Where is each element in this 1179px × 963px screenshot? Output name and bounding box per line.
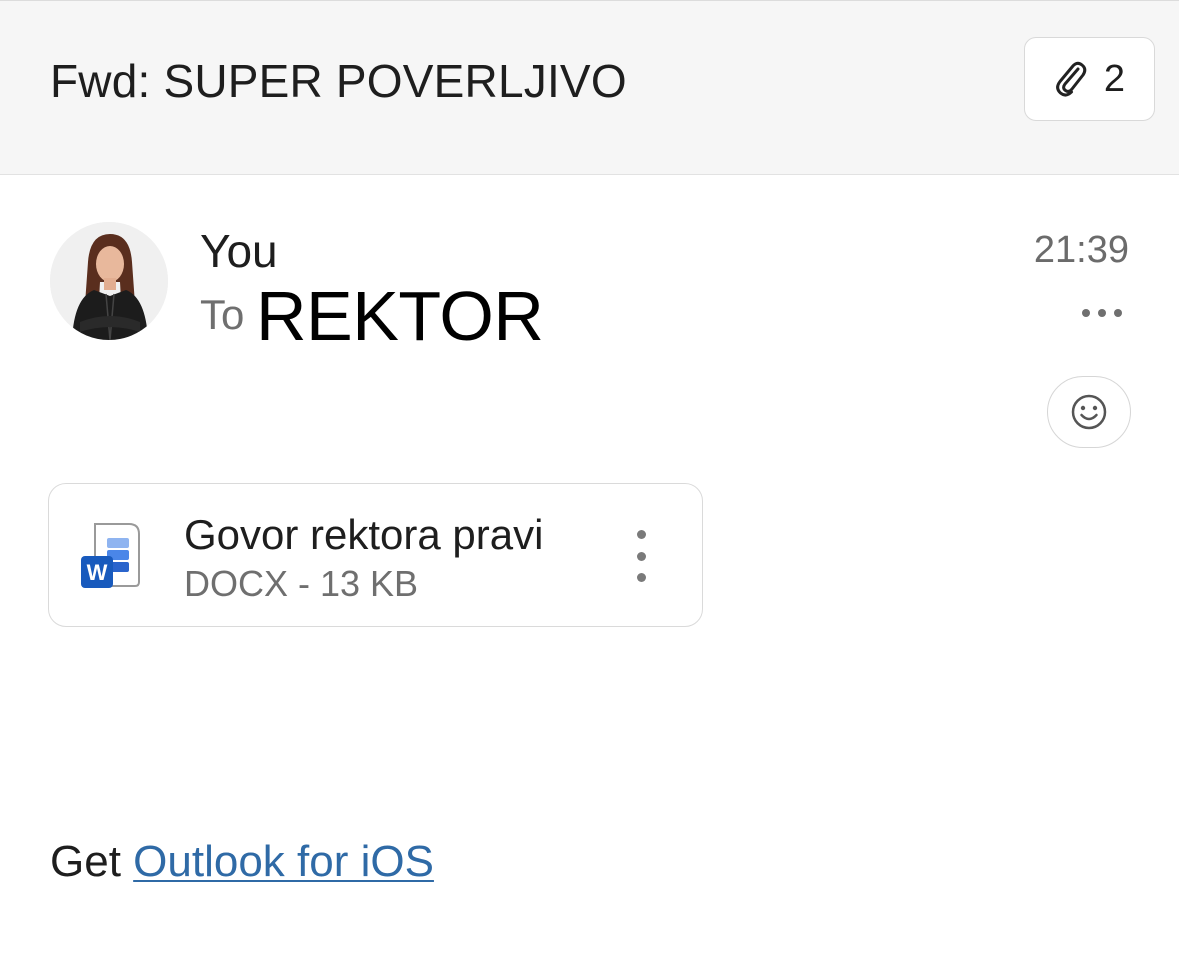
attachments-button[interactable]: 2 bbox=[1024, 37, 1155, 121]
message-time: 21:39 bbox=[1033, 229, 1129, 271]
email-view: Fwd: SUPER POVERLJIVO 2 You To REKTOR 21… bbox=[0, 0, 1179, 963]
reaction-button[interactable] bbox=[1047, 376, 1131, 448]
to-label: To bbox=[200, 291, 245, 338]
more-options-button[interactable] bbox=[1077, 300, 1127, 326]
paperclip-icon bbox=[1056, 61, 1087, 97]
outlook-ios-link[interactable]: Outlook for iOS bbox=[133, 837, 434, 886]
attachment-count: 2 bbox=[1103, 57, 1126, 100]
email-signature: Get Outlook for iOS bbox=[50, 836, 434, 888]
smiley-icon bbox=[1071, 394, 1107, 430]
attachment-card[interactable]: W Govor rektora pravi DOCX - 13 KB bbox=[48, 483, 703, 627]
attachment-menu-button[interactable] bbox=[629, 530, 653, 582]
attachment-file-name: Govor rektora pravi bbox=[184, 511, 544, 558]
avatar[interactable] bbox=[50, 222, 168, 340]
more-vertical-icon bbox=[636, 530, 646, 539]
svg-text:W: W bbox=[87, 560, 108, 585]
signature-prefix: Get bbox=[50, 837, 121, 886]
email-header: Fwd: SUPER POVERLJIVO 2 bbox=[0, 0, 1179, 175]
recipient-name[interactable]: REKTOR bbox=[256, 278, 544, 354]
sender-name[interactable]: You bbox=[200, 224, 278, 278]
attachment-file-meta: DOCX - 13 KB bbox=[184, 563, 419, 604]
email-subject: Fwd: SUPER POVERLJIVO bbox=[50, 55, 627, 107]
word-document-icon: W bbox=[81, 523, 140, 588]
more-horizontal-icon bbox=[1082, 309, 1090, 317]
